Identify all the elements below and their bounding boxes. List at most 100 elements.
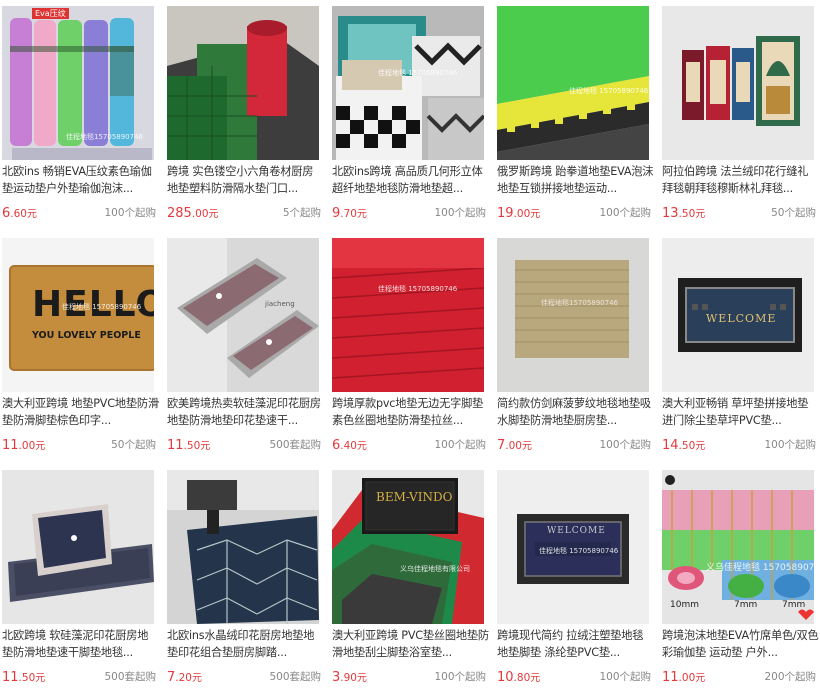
product-title[interactable]: 北欧ins水晶绒印花厨房地垫地垫印花组合垫厨房脚踏... bbox=[167, 627, 324, 663]
price-unit: 元 bbox=[35, 441, 46, 452]
product-price: 13.50元 bbox=[662, 202, 705, 221]
product-image[interactable]: HELLO YOU LOVELY PEOPLE 佳程地毯 15705890746 bbox=[2, 238, 154, 392]
watermark: 义乌佳程地毯 15705890746 bbox=[706, 563, 814, 573]
product-title[interactable]: 俄罗斯跨境 跆拳道地垫EVA泡沫地垫互锁拼接地垫运动... bbox=[497, 163, 654, 199]
product-card[interactable]: 跨境 实色镂空小六角卷材厨房地垫塑料防滑隔水垫门口... 285.00元 5个起… bbox=[165, 0, 325, 225]
price-decimal: .70 bbox=[340, 208, 357, 220]
product-image[interactable] bbox=[662, 6, 814, 160]
product-card[interactable]: Eva压纹 佳程地毯15705890746 北欧ins 畅销EVA压纹素色瑜伽垫… bbox=[0, 0, 160, 225]
price-decimal: .00 bbox=[191, 208, 209, 220]
printed-kitchen-mat-illustration bbox=[167, 470, 319, 624]
product-card[interactable]: 佳程地毯15705890746 简约款仿剑麻菠萝纹地毯地垫吸水脚垫防滑地垫厨房垫… bbox=[495, 232, 655, 457]
product-image[interactable]: 佳程地毯 15705890746 bbox=[332, 238, 484, 392]
min-order: 50个起购 bbox=[771, 207, 816, 219]
kitchen-mats-illustration bbox=[167, 238, 319, 392]
product-card[interactable]: 北欧跨境 软硅藻泥印花厨房地垫防滑地垫速干脚垫地毯... 11.50元 500套… bbox=[0, 464, 160, 689]
product-price: 11.50元 bbox=[2, 666, 45, 685]
product-card[interactable]: BEM-VINDO 义乌佳程地毯有限公司 澳大利亚跨境 PVC垫丝圈地垫防滑地垫… bbox=[330, 464, 490, 689]
product-price: 14.50元 bbox=[662, 434, 705, 453]
price-decimal: .50 bbox=[678, 440, 696, 452]
product-image[interactable]: jiacheng bbox=[167, 238, 319, 392]
min-order: 500套起购 bbox=[269, 671, 321, 683]
watermark: 佳程地毯 15705890746 bbox=[62, 303, 142, 311]
price-decimal: .00 bbox=[513, 208, 531, 220]
product-card[interactable]: WELCOME 佳程地毯 15705890746 跨境现代简约 拉绒注塑垫地毯地… bbox=[495, 464, 655, 689]
product-image[interactable]: 佳程地毯15705890746 bbox=[497, 238, 649, 392]
mat-text-welcome: WELCOME bbox=[706, 312, 777, 325]
price-decimal: .20 bbox=[175, 672, 192, 684]
product-title[interactable]: 欧美跨境热卖软硅藻泥印花厨房地垫防滑地垫印花垫速干... bbox=[167, 395, 324, 431]
price-integer: 285 bbox=[167, 206, 192, 221]
min-order: 50个起购 bbox=[111, 439, 156, 451]
price-decimal: .40 bbox=[340, 440, 357, 452]
price-unit: 元 bbox=[695, 441, 706, 452]
price-decimal: .00 bbox=[18, 440, 36, 452]
watermark: 佳程地毯 15705890746 bbox=[378, 69, 458, 77]
eva-puzzle-mats-illustration bbox=[497, 6, 649, 160]
price-unit: 元 bbox=[521, 441, 532, 452]
watermark: 佳程地毯 15705890746 bbox=[539, 547, 619, 555]
price-decimal: .50 bbox=[183, 440, 201, 452]
product-image[interactable]: 佳程地毯 15705890746 bbox=[332, 6, 484, 160]
product-image[interactable] bbox=[2, 470, 154, 624]
product-card[interactable]: HELLO YOU LOVELY PEOPLE 佳程地毯 15705890746… bbox=[0, 232, 160, 457]
product-image[interactable]: BEM-VINDO 义乌佳程地毯有限公司 bbox=[332, 470, 484, 624]
price-integer: 10 bbox=[497, 670, 514, 685]
product-price: 7.20元 bbox=[167, 666, 202, 685]
price-decimal: .60 bbox=[10, 208, 27, 220]
product-image[interactable]: WELCOME 佳程地毯 15705890746 bbox=[497, 470, 649, 624]
price-unit: 元 bbox=[530, 209, 541, 220]
product-title[interactable]: 北欧ins 畅销EVA压纹素色瑜伽垫运动垫户外垫瑜伽泡沫... bbox=[2, 163, 159, 199]
min-order: 100个起购 bbox=[434, 207, 486, 219]
product-price: 19.00元 bbox=[497, 202, 540, 221]
product-image[interactable]: 义乌佳程地毯 15705890746 10mm 7mm 7mm bbox=[662, 470, 814, 624]
product-card[interactable]: 佳程地毯 15705890746 俄罗斯跨境 跆拳道地垫EVA泡沫地垫互锁拼接地… bbox=[495, 0, 655, 225]
price-decimal: .00 bbox=[505, 440, 522, 452]
product-price: 10.80元 bbox=[497, 666, 540, 685]
product-image[interactable]: 佳程地毯 15705890746 bbox=[497, 6, 649, 160]
product-image[interactable] bbox=[167, 6, 319, 160]
product-image[interactable] bbox=[167, 470, 319, 624]
price-unit: 元 bbox=[530, 673, 541, 684]
product-title[interactable]: 澳大利亚跨境 PVC垫丝圈地垫防滑地垫刮尘脚垫浴室垫... bbox=[332, 627, 489, 663]
price-decimal: .50 bbox=[678, 208, 696, 220]
product-title[interactable]: 跨境泡沫地垫EVA竹席单色/双色彩瑜伽垫 运动垫 户外... bbox=[662, 627, 819, 663]
navy-kitchen-mats-illustration bbox=[2, 470, 154, 624]
product-card[interactable]: 义乌佳程地毯 15705890746 10mm 7mm 7mm 跨境泡沫地垫EV… bbox=[660, 464, 820, 689]
product-price: 6.40元 bbox=[332, 434, 367, 453]
product-image[interactable]: WELCOME bbox=[662, 238, 814, 392]
min-order: 100个起购 bbox=[599, 671, 651, 683]
product-title[interactable]: 阿拉伯跨境 法兰绒印花行缝礼拜毯朝拜毯穆斯林礼拜毯... bbox=[662, 163, 819, 199]
product-card[interactable]: 阿拉伯跨境 法兰绒印花行缝礼拜毯朝拜毯穆斯林礼拜毯... 13.50元 50个起… bbox=[660, 0, 820, 225]
pvc-roll-illustration bbox=[167, 6, 319, 160]
size-label: 7mm bbox=[734, 600, 758, 610]
product-image[interactable]: Eva压纹 佳程地毯15705890746 bbox=[2, 6, 154, 160]
product-title[interactable]: 跨境 实色镂空小六角卷材厨房地垫塑料防滑隔水垫门口... bbox=[167, 163, 324, 199]
watermark: 佳程地毯 15705890746 bbox=[378, 285, 458, 293]
product-card[interactable]: WELCOME 澳大利亚畅销 草坪垫拼接地垫进门除尘垫草坪PVC垫... 14.… bbox=[660, 232, 820, 457]
product-card[interactable]: 佳程地毯 15705890746 北欧ins跨境 高品质几何形立体超纤地垫地毯防… bbox=[330, 0, 490, 225]
product-price: 6.60元 bbox=[2, 202, 37, 221]
price-decimal: .00 bbox=[678, 672, 696, 684]
product-price: 9.70元 bbox=[332, 202, 367, 221]
product-card[interactable]: 北欧ins水晶绒印花厨房地垫地垫印花组合垫厨房脚踏... 7.20元 500套起… bbox=[165, 464, 325, 689]
sisal-mat-illustration bbox=[497, 238, 649, 392]
price-unit: 元 bbox=[695, 673, 706, 684]
prayer-rugs-illustration bbox=[662, 6, 814, 160]
product-price: 285.00元 bbox=[167, 202, 219, 221]
price-decimal: .50 bbox=[18, 672, 36, 684]
product-card[interactable]: jiacheng 欧美跨境热卖软硅藻泥印花厨房地垫防滑地垫印花垫速干... 11… bbox=[165, 232, 325, 457]
product-title[interactable]: 跨境厚款pvc地垫无边无字脚垫素色丝圈地垫防滑垫拉丝... bbox=[332, 395, 489, 431]
product-title[interactable]: 澳大利亚畅销 草坪垫拼接地垫进门除尘垫草坪PVC垫... bbox=[662, 395, 819, 431]
product-title[interactable]: 北欧跨境 软硅藻泥印花厨房地垫防滑地垫速干脚垫地毯... bbox=[2, 627, 159, 663]
product-title[interactable]: 北欧ins跨境 高品质几何形立体超纤地垫地毯防滑地垫超... bbox=[332, 163, 489, 199]
min-order: 100个起购 bbox=[434, 439, 486, 451]
price-unit: 元 bbox=[356, 673, 367, 684]
watermark: 佳程地毯15705890746 bbox=[66, 133, 143, 141]
product-title[interactable]: 澳大利亚跨境 地垫PVC地垫防滑垫防滑脚垫棕色印字... bbox=[2, 395, 159, 431]
product-card[interactable]: 佳程地毯 15705890746 跨境厚款pvc地垫无边无字脚垫素色丝圈地垫防滑… bbox=[330, 232, 490, 457]
price-integer: 13 bbox=[662, 206, 679, 221]
product-title[interactable]: 简约款仿剑麻菠萝纹地毯地垫吸水脚垫防滑地垫厨房垫... bbox=[497, 395, 654, 431]
product-title[interactable]: 跨境现代简约 拉绒注塑垫地毯地垫脚垫 涤纶垫PVC垫... bbox=[497, 627, 654, 663]
product-grid: Eva压纹 佳程地毯15705890746 北欧ins 畅销EVA压纹素色瑜伽垫… bbox=[0, 0, 820, 693]
